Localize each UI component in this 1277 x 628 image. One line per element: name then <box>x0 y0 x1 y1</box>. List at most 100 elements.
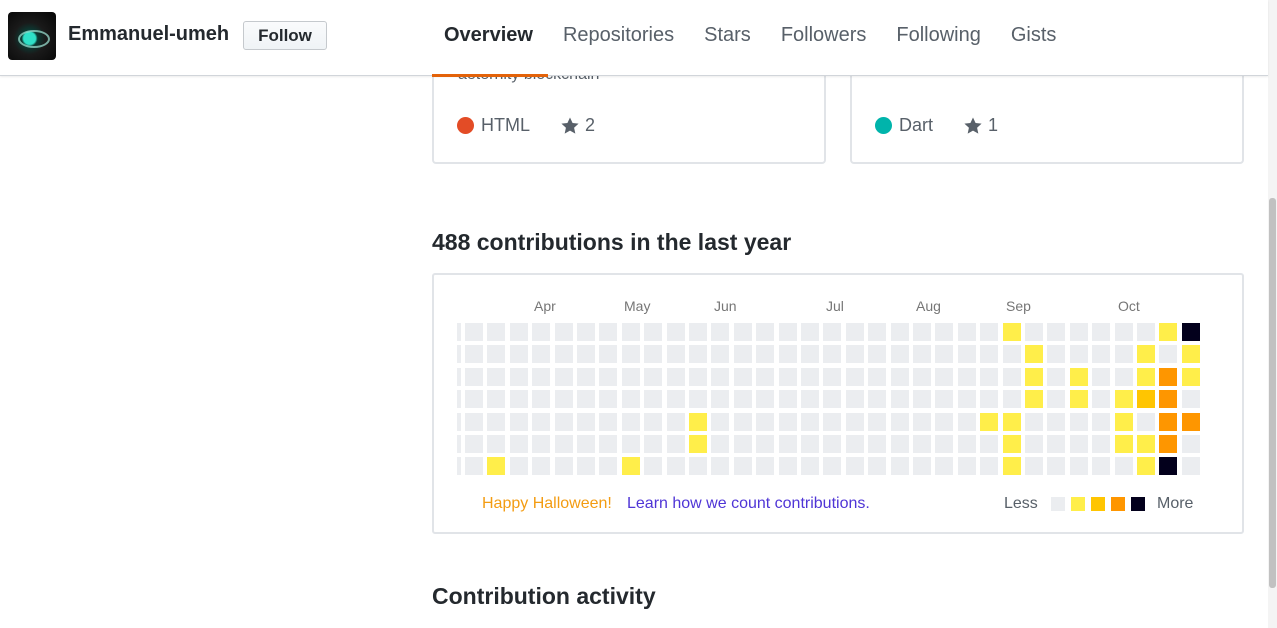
contribution-day[interactable] <box>599 323 618 341</box>
contribution-day[interactable] <box>621 435 640 453</box>
contribution-day[interactable] <box>644 435 663 453</box>
contribution-day[interactable] <box>1137 412 1155 431</box>
contribution-day[interactable] <box>577 435 595 453</box>
contribution-day[interactable] <box>980 367 999 386</box>
contribution-day[interactable] <box>577 323 595 341</box>
contribution-day[interactable] <box>509 390 528 409</box>
contribution-day[interactable] <box>599 435 618 453</box>
contribution-day[interactable] <box>1181 412 1200 431</box>
contribution-day[interactable] <box>577 390 595 409</box>
contribution-day[interactable] <box>457 345 461 364</box>
contribution-day[interactable] <box>599 345 618 364</box>
contribution-day[interactable] <box>1114 367 1133 386</box>
contribution-day[interactable] <box>733 345 752 364</box>
contribution-day[interactable] <box>487 345 506 364</box>
contribution-day[interactable] <box>845 435 864 453</box>
contribution-day[interactable] <box>980 435 999 453</box>
contribution-day[interactable] <box>957 345 976 364</box>
contribution-day[interactable] <box>457 367 461 386</box>
contribution-day[interactable] <box>689 367 707 386</box>
page-scrollbar[interactable] <box>1268 0 1277 628</box>
contribution-day[interactable] <box>689 390 707 409</box>
contribution-day[interactable] <box>778 412 797 431</box>
contribution-day[interactable] <box>487 457 506 476</box>
contribution-day[interactable] <box>689 435 707 453</box>
contribution-day[interactable] <box>1002 390 1021 409</box>
contribution-day[interactable] <box>532 412 551 431</box>
contribution-day[interactable] <box>711 412 730 431</box>
contribution-day[interactable] <box>1137 390 1155 409</box>
contribution-day[interactable] <box>1047 390 1066 409</box>
contribution-day[interactable] <box>532 367 551 386</box>
contribution-day[interactable] <box>756 390 775 409</box>
contribution-day[interactable] <box>644 412 663 431</box>
contribution-day[interactable] <box>1092 412 1111 431</box>
contribution-day[interactable] <box>980 323 999 341</box>
tab-repositories[interactable]: Repositories <box>548 0 689 76</box>
contribution-day[interactable] <box>465 457 483 476</box>
contribution-day[interactable] <box>957 412 976 431</box>
contribution-day[interactable] <box>756 323 775 341</box>
contribution-day[interactable] <box>666 367 685 386</box>
avatar[interactable] <box>8 12 56 60</box>
contribution-day[interactable] <box>913 435 931 453</box>
contribution-day[interactable] <box>621 323 640 341</box>
contribution-day[interactable] <box>935 457 954 476</box>
contribution-day[interactable] <box>913 457 931 476</box>
contribution-day[interactable] <box>1069 390 1088 409</box>
contribution-day[interactable] <box>1092 367 1111 386</box>
contribution-day[interactable] <box>532 435 551 453</box>
contribution-day[interactable] <box>1002 345 1021 364</box>
contribution-day[interactable] <box>532 323 551 341</box>
contribution-day[interactable] <box>935 323 954 341</box>
contribution-day[interactable] <box>577 457 595 476</box>
tab-stars[interactable]: Stars <box>689 0 766 76</box>
contribution-day[interactable] <box>980 345 999 364</box>
contribution-day[interactable] <box>1159 435 1178 453</box>
contribution-day[interactable] <box>532 390 551 409</box>
contribution-day[interactable] <box>980 457 999 476</box>
follow-button[interactable]: Follow <box>243 21 327 50</box>
contribution-day[interactable] <box>1047 412 1066 431</box>
contribution-day[interactable] <box>801 323 819 341</box>
contribution-day[interactable] <box>778 345 797 364</box>
tab-following[interactable]: Following <box>881 0 995 76</box>
contribution-day[interactable] <box>1159 412 1178 431</box>
contribution-day[interactable] <box>733 323 752 341</box>
contribution-day[interactable] <box>621 367 640 386</box>
repo-stars-link[interactable]: 2 <box>560 115 595 136</box>
contribution-day[interactable] <box>689 345 707 364</box>
contribution-day[interactable] <box>756 435 775 453</box>
contribution-day[interactable] <box>554 435 573 453</box>
contribution-day[interactable] <box>845 457 864 476</box>
contribution-day[interactable] <box>599 412 618 431</box>
contribution-day[interactable] <box>868 323 887 341</box>
contribution-day[interactable] <box>1047 345 1066 364</box>
contribution-day[interactable] <box>621 345 640 364</box>
tab-gists[interactable]: Gists <box>996 0 1072 76</box>
contribution-day[interactable] <box>1025 345 1043 364</box>
contribution-day[interactable] <box>711 390 730 409</box>
contribution-day[interactable] <box>1002 457 1021 476</box>
contribution-day[interactable] <box>733 412 752 431</box>
contribution-day[interactable] <box>689 412 707 431</box>
contribution-day[interactable] <box>1159 390 1178 409</box>
contribution-day[interactable] <box>457 412 461 431</box>
contribution-day[interactable] <box>801 390 819 409</box>
contribution-day[interactable] <box>845 367 864 386</box>
contribution-day[interactable] <box>1181 390 1200 409</box>
contribution-day[interactable] <box>1114 345 1133 364</box>
contribution-day[interactable] <box>487 412 506 431</box>
contribution-day[interactable] <box>1159 323 1178 341</box>
contribution-day[interactable] <box>823 435 842 453</box>
contribution-day[interactable] <box>823 367 842 386</box>
contribution-day[interactable] <box>1025 457 1043 476</box>
contribution-day[interactable] <box>1069 345 1088 364</box>
contribution-day[interactable] <box>711 323 730 341</box>
repo-stars-link[interactable]: 1 <box>963 115 998 136</box>
contribution-day[interactable] <box>711 345 730 364</box>
contribution-day[interactable] <box>1181 345 1200 364</box>
contribution-day[interactable] <box>621 412 640 431</box>
contribution-day[interactable] <box>845 345 864 364</box>
contribution-day[interactable] <box>756 367 775 386</box>
